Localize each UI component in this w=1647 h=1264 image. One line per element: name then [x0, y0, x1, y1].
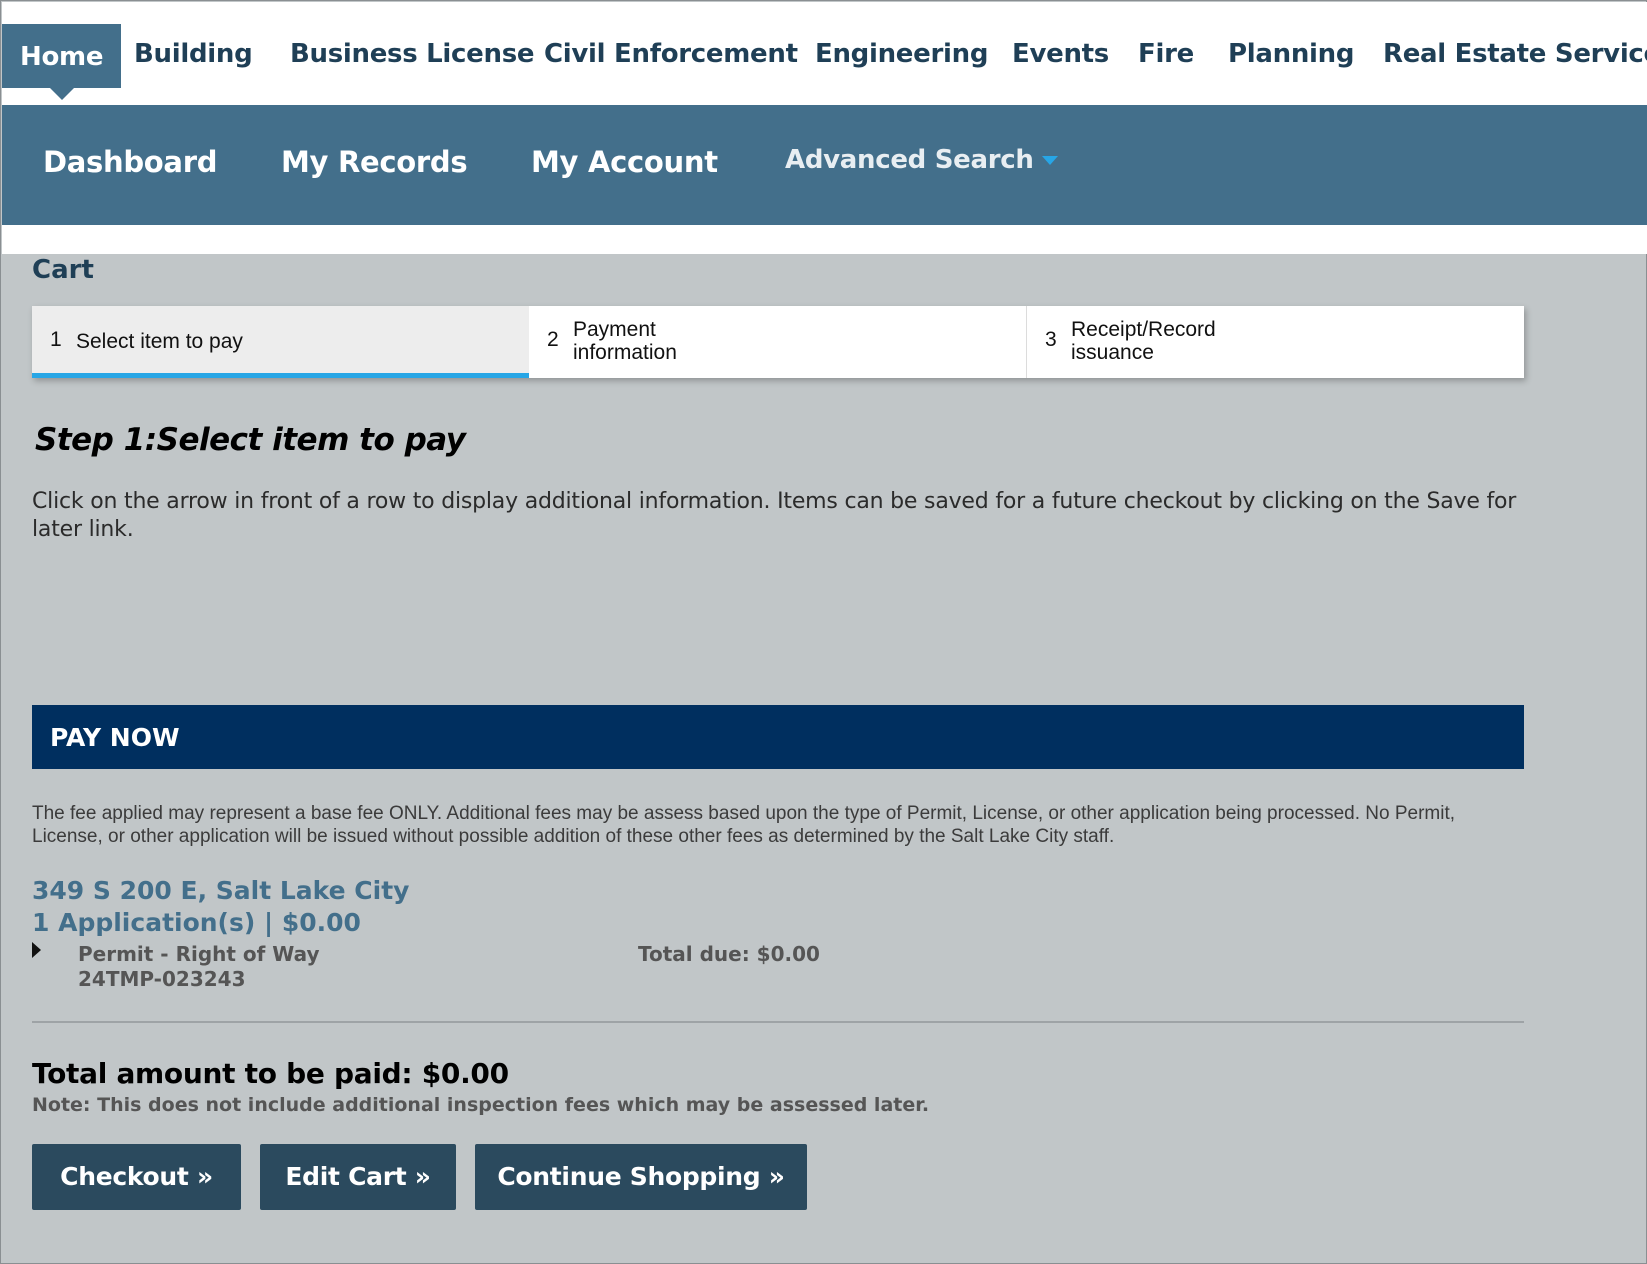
nav-spacer	[2, 225, 1647, 254]
nav-real-estate-services[interactable]: Real Estate Services	[1383, 2, 1647, 82]
total-amount: Total amount to be paid: $0.00	[32, 1057, 509, 1090]
step-select-item: 1 Select item to pay	[32, 306, 529, 378]
nav-events[interactable]: Events	[1012, 2, 1109, 82]
divider	[32, 1021, 1524, 1023]
nav-advanced-search[interactable]: Advanced Search	[785, 145, 1058, 175]
pay-now-title: PAY NOW	[50, 723, 180, 752]
step-number: 3	[1045, 328, 1057, 351]
instructions-text: Click on the arrow in front of a row to …	[32, 489, 1517, 542]
module-nav: Home Building Business License Civil Enf…	[2, 2, 1647, 105]
continue-shopping-button[interactable]: Continue Shopping »	[475, 1144, 807, 1210]
nav-building[interactable]: Building	[134, 2, 253, 82]
chevron-down-icon	[1041, 156, 1058, 165]
nav-planning[interactable]: Planning	[1228, 2, 1354, 82]
record-address: 349 S 200 E, Salt Lake City	[32, 876, 410, 905]
nav-engineering[interactable]: Engineering	[815, 2, 988, 82]
nav-my-records[interactable]: My Records	[281, 145, 468, 179]
step-receipt-issuance: 3 Receipt/Record issuance	[1027, 306, 1524, 378]
pay-now-header: PAY NOW	[32, 705, 1524, 769]
step-heading: Step 1:Select item to pay	[35, 422, 466, 458]
step-label: Payment information	[573, 318, 677, 364]
account-nav: Dashboard My Records My Account Advanced…	[2, 105, 1647, 225]
page-title: Cart	[32, 255, 94, 285]
step-payment-information: 2 Payment information	[529, 306, 1027, 378]
nav-fire[interactable]: Fire	[1138, 2, 1194, 82]
step-label: Select item to pay	[76, 330, 243, 353]
checkout-steps: 1 Select item to pay 2 Payment informati…	[32, 306, 1524, 378]
nav-dashboard[interactable]: Dashboard	[43, 145, 217, 179]
fee-note: Note: This does not include additional i…	[32, 1094, 930, 1116]
permit-type: Permit - Right of Way	[78, 942, 320, 966]
nav-my-account[interactable]: My Account	[531, 145, 718, 179]
fee-disclaimer: The fee applied may represent a base fee…	[32, 803, 1456, 847]
edit-cart-button[interactable]: Edit Cart »	[260, 1144, 456, 1210]
application-summary: 1 Application(s) | $0.00	[32, 908, 361, 937]
step-number: 2	[547, 328, 559, 351]
step-number: 1	[50, 328, 62, 351]
permit-record-id: 24TMP-023243	[78, 967, 246, 991]
nav-civil-enforcement[interactable]: Civil Enforcement	[544, 2, 798, 82]
checkout-button[interactable]: Checkout »	[32, 1144, 241, 1210]
advanced-search-label: Advanced Search	[785, 145, 1034, 175]
expand-row-arrow-icon[interactable]	[32, 942, 41, 958]
step-label: Receipt/Record issuance	[1071, 318, 1216, 364]
item-total-due: Total due: $0.00	[638, 942, 820, 966]
nav-business-license[interactable]: Business License	[290, 2, 535, 82]
nav-home[interactable]: Home	[2, 24, 122, 100]
